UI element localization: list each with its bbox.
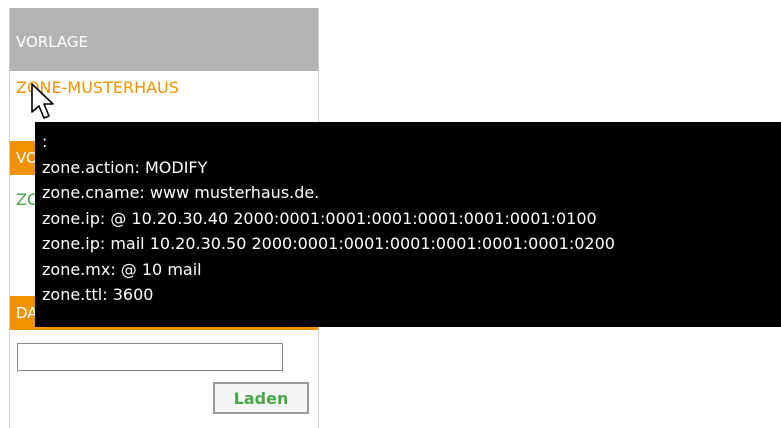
tooltip-line: : (42, 132, 48, 151)
tooltip-line-ip-root: zone.ip: @ 10.20.30.40 2000:0001:0001:00… (42, 208, 597, 228)
tooltip-line-mx: zone.mx: @ 10 mail (42, 259, 202, 279)
vorlage-header: VORLAGE (10, 8, 318, 71)
tooltip-line-ttl: zone.ttl: 3600 (42, 285, 154, 304)
tooltip-line-ip-mail: zone.ip: mail 10.20.30.50 2000:0001:0001… (42, 234, 615, 253)
load-button[interactable]: Laden (213, 382, 309, 414)
tooltip-line-cname: zone.cname: www musterhaus.de. (42, 183, 320, 202)
tooltip-line-action: zone.action: MODIFY (42, 157, 208, 177)
mouse-pointer-icon (31, 83, 54, 119)
file-name-input[interactable] (17, 343, 283, 371)
zone-details-tooltip: : zone.action: MODIFY zone.cname: www mu… (35, 122, 781, 327)
